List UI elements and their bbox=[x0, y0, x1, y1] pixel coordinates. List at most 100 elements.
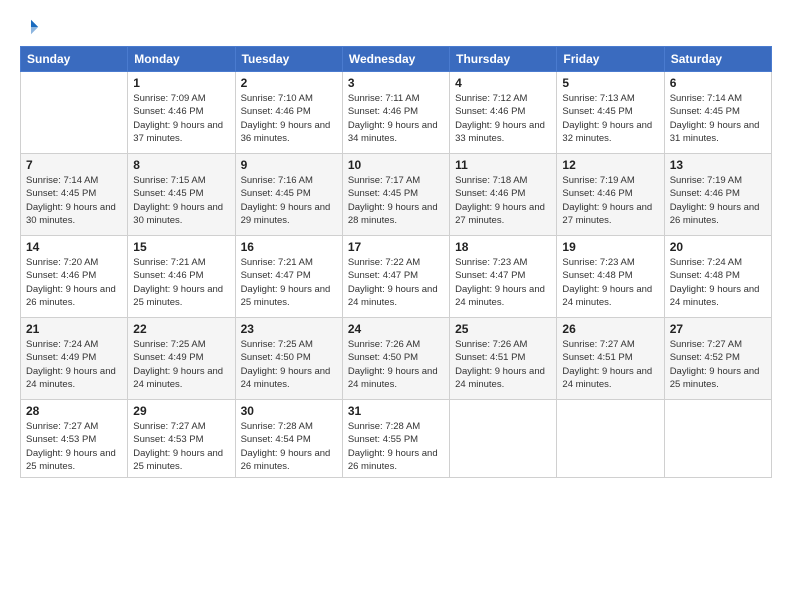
calendar-cell: 12 Sunrise: 7:19 AMSunset: 4:46 PMDayligh… bbox=[557, 154, 664, 236]
calendar-week-5: 28 Sunrise: 7:27 AMSunset: 4:53 PMDayligh… bbox=[21, 400, 772, 478]
calendar-cell: 22 Sunrise: 7:25 AMSunset: 4:49 PMDayligh… bbox=[128, 318, 235, 400]
calendar-cell: 11Sunrise: 7:18 AMSunset: 4:46 PMDayligh… bbox=[450, 154, 557, 236]
day-number: 2 bbox=[241, 76, 337, 90]
day-info: Sunrise: 7:22 AMSunset: 4:47 PMDaylight:… bbox=[348, 256, 444, 309]
day-number: 24 bbox=[348, 322, 444, 336]
day-number: 22 bbox=[133, 322, 229, 336]
calendar-cell: 19 Sunrise: 7:23 AMSunset: 4:48 PMDayligh… bbox=[557, 236, 664, 318]
day-number: 27 bbox=[670, 322, 766, 336]
day-info: Sunrise: 7:28 AMSunset: 4:54 PMDaylight:… bbox=[241, 420, 337, 473]
day-number: 14 bbox=[26, 240, 122, 254]
day-number: 1 bbox=[133, 76, 229, 90]
day-info: Sunrise: 7:21 AMSunset: 4:46 PMDaylight:… bbox=[133, 256, 229, 309]
day-info: Sunrise: 7:27 AMSunset: 4:52 PMDaylight:… bbox=[670, 338, 766, 391]
weekday-header-monday: Monday bbox=[128, 47, 235, 72]
day-number: 30 bbox=[241, 404, 337, 418]
calendar-cell: 10 Sunrise: 7:17 AMSunset: 4:45 PMDayligh… bbox=[342, 154, 449, 236]
calendar-cell: 4 Sunrise: 7:12 AMSunset: 4:46 PMDaylight… bbox=[450, 72, 557, 154]
calendar-cell: 13Sunrise: 7:19 AMSunset: 4:46 PMDayligh… bbox=[664, 154, 771, 236]
day-info: Sunrise: 7:10 AMSunset: 4:46 PMDaylight:… bbox=[241, 92, 337, 145]
day-info: Sunrise: 7:26 AMSunset: 4:51 PMDaylight:… bbox=[455, 338, 551, 391]
day-number: 18 bbox=[455, 240, 551, 254]
day-info: Sunrise: 7:15 AMSunset: 4:45 PMDaylight:… bbox=[133, 174, 229, 227]
day-number: 26 bbox=[562, 322, 658, 336]
calendar-cell: 14 Sunrise: 7:20 AMSunset: 4:46 PMDayligh… bbox=[21, 236, 128, 318]
page: SundayMondayTuesdayWednesdayThursdayFrid… bbox=[0, 0, 792, 612]
calendar-cell: 29 Sunrise: 7:27 AMSunset: 4:53 PMDayligh… bbox=[128, 400, 235, 478]
calendar-cell: 3 Sunrise: 7:11 AMSunset: 4:46 PMDaylight… bbox=[342, 72, 449, 154]
day-info: Sunrise: 7:27 AMSunset: 4:53 PMDaylight:… bbox=[133, 420, 229, 473]
calendar-cell bbox=[664, 400, 771, 478]
day-number: 12 bbox=[562, 158, 658, 172]
day-info: Sunrise: 7:21 AMSunset: 4:47 PMDaylight:… bbox=[241, 256, 337, 309]
calendar-cell: 25 Sunrise: 7:26 AMSunset: 4:51 PMDayligh… bbox=[450, 318, 557, 400]
day-number: 20 bbox=[670, 240, 766, 254]
calendar-cell: 8Sunrise: 7:15 AMSunset: 4:45 PMDaylight… bbox=[128, 154, 235, 236]
calendar-cell bbox=[21, 72, 128, 154]
day-info: Sunrise: 7:23 AMSunset: 4:47 PMDaylight:… bbox=[455, 256, 551, 309]
calendar-cell bbox=[450, 400, 557, 478]
day-info: Sunrise: 7:24 AMSunset: 4:48 PMDaylight:… bbox=[670, 256, 766, 309]
day-info: Sunrise: 7:12 AMSunset: 4:46 PMDaylight:… bbox=[455, 92, 551, 145]
calendar-cell: 16 Sunrise: 7:21 AMSunset: 4:47 PMDayligh… bbox=[235, 236, 342, 318]
calendar-cell: 27 Sunrise: 7:27 AMSunset: 4:52 PMDayligh… bbox=[664, 318, 771, 400]
day-info: Sunrise: 7:27 AMSunset: 4:53 PMDaylight:… bbox=[26, 420, 122, 473]
day-number: 29 bbox=[133, 404, 229, 418]
calendar-cell: 1 Sunrise: 7:09 AMSunset: 4:46 PMDaylight… bbox=[128, 72, 235, 154]
day-info: Sunrise: 7:14 AMSunset: 4:45 PMDaylight:… bbox=[26, 174, 122, 227]
weekday-header-friday: Friday bbox=[557, 47, 664, 72]
calendar-cell: 21Sunrise: 7:24 AMSunset: 4:49 PMDayligh… bbox=[21, 318, 128, 400]
weekday-header-saturday: Saturday bbox=[664, 47, 771, 72]
day-number: 31 bbox=[348, 404, 444, 418]
day-number: 17 bbox=[348, 240, 444, 254]
day-number: 13 bbox=[670, 158, 766, 172]
weekday-header-tuesday: Tuesday bbox=[235, 47, 342, 72]
day-number: 7 bbox=[26, 158, 122, 172]
day-info: Sunrise: 7:17 AMSunset: 4:45 PMDaylight:… bbox=[348, 174, 444, 227]
day-info: Sunrise: 7:25 AMSunset: 4:49 PMDaylight:… bbox=[133, 338, 229, 391]
weekday-header-thursday: Thursday bbox=[450, 47, 557, 72]
day-number: 23 bbox=[241, 322, 337, 336]
day-number: 16 bbox=[241, 240, 337, 254]
day-number: 3 bbox=[348, 76, 444, 90]
calendar-cell bbox=[557, 400, 664, 478]
calendar-cell: 30 Sunrise: 7:28 AMSunset: 4:54 PMDayligh… bbox=[235, 400, 342, 478]
day-number: 28 bbox=[26, 404, 122, 418]
day-number: 19 bbox=[562, 240, 658, 254]
calendar-table: SundayMondayTuesdayWednesdayThursdayFrid… bbox=[20, 46, 772, 478]
calendar-cell: 15 Sunrise: 7:21 AMSunset: 4:46 PMDayligh… bbox=[128, 236, 235, 318]
day-info: Sunrise: 7:27 AMSunset: 4:51 PMDaylight:… bbox=[562, 338, 658, 391]
day-info: Sunrise: 7:18 AMSunset: 4:46 PMDaylight:… bbox=[455, 174, 551, 227]
day-number: 15 bbox=[133, 240, 229, 254]
calendar-week-4: 21Sunrise: 7:24 AMSunset: 4:49 PMDayligh… bbox=[21, 318, 772, 400]
day-info: Sunrise: 7:23 AMSunset: 4:48 PMDaylight:… bbox=[562, 256, 658, 309]
day-number: 10 bbox=[348, 158, 444, 172]
calendar-cell: 28 Sunrise: 7:27 AMSunset: 4:53 PMDayligh… bbox=[21, 400, 128, 478]
day-info: Sunrise: 7:11 AMSunset: 4:46 PMDaylight:… bbox=[348, 92, 444, 145]
calendar-cell: 23 Sunrise: 7:25 AMSunset: 4:50 PMDayligh… bbox=[235, 318, 342, 400]
weekday-header-wednesday: Wednesday bbox=[342, 47, 449, 72]
calendar-week-2: 7 Sunrise: 7:14 AMSunset: 4:45 PMDaylight… bbox=[21, 154, 772, 236]
day-info: Sunrise: 7:24 AMSunset: 4:49 PMDaylight:… bbox=[26, 338, 122, 391]
day-info: Sunrise: 7:13 AMSunset: 4:45 PMDaylight:… bbox=[562, 92, 658, 145]
calendar-cell: 18 Sunrise: 7:23 AMSunset: 4:47 PMDayligh… bbox=[450, 236, 557, 318]
calendar-cell: 20 Sunrise: 7:24 AMSunset: 4:48 PMDayligh… bbox=[664, 236, 771, 318]
calendar-cell: 7 Sunrise: 7:14 AMSunset: 4:45 PMDaylight… bbox=[21, 154, 128, 236]
day-info: Sunrise: 7:25 AMSunset: 4:50 PMDaylight:… bbox=[241, 338, 337, 391]
day-number: 4 bbox=[455, 76, 551, 90]
calendar-cell: 6 Sunrise: 7:14 AMSunset: 4:45 PMDaylight… bbox=[664, 72, 771, 154]
day-number: 25 bbox=[455, 322, 551, 336]
day-number: 6 bbox=[670, 76, 766, 90]
calendar-cell: 24 Sunrise: 7:26 AMSunset: 4:50 PMDayligh… bbox=[342, 318, 449, 400]
day-info: Sunrise: 7:19 AMSunset: 4:46 PMDaylight:… bbox=[562, 174, 658, 227]
day-info: Sunrise: 7:26 AMSunset: 4:50 PMDaylight:… bbox=[348, 338, 444, 391]
calendar-cell: 5Sunrise: 7:13 AMSunset: 4:45 PMDaylight… bbox=[557, 72, 664, 154]
day-info: Sunrise: 7:14 AMSunset: 4:45 PMDaylight:… bbox=[670, 92, 766, 145]
day-info: Sunrise: 7:20 AMSunset: 4:46 PMDaylight:… bbox=[26, 256, 122, 309]
day-number: 9 bbox=[241, 158, 337, 172]
calendar-cell: 31Sunrise: 7:28 AMSunset: 4:55 PMDayligh… bbox=[342, 400, 449, 478]
calendar-cell: 2 Sunrise: 7:10 AMSunset: 4:46 PMDaylight… bbox=[235, 72, 342, 154]
day-info: Sunrise: 7:09 AMSunset: 4:46 PMDaylight:… bbox=[133, 92, 229, 145]
calendar-cell: 26 Sunrise: 7:27 AMSunset: 4:51 PMDayligh… bbox=[557, 318, 664, 400]
calendar-cell: 9Sunrise: 7:16 AMSunset: 4:45 PMDaylight… bbox=[235, 154, 342, 236]
